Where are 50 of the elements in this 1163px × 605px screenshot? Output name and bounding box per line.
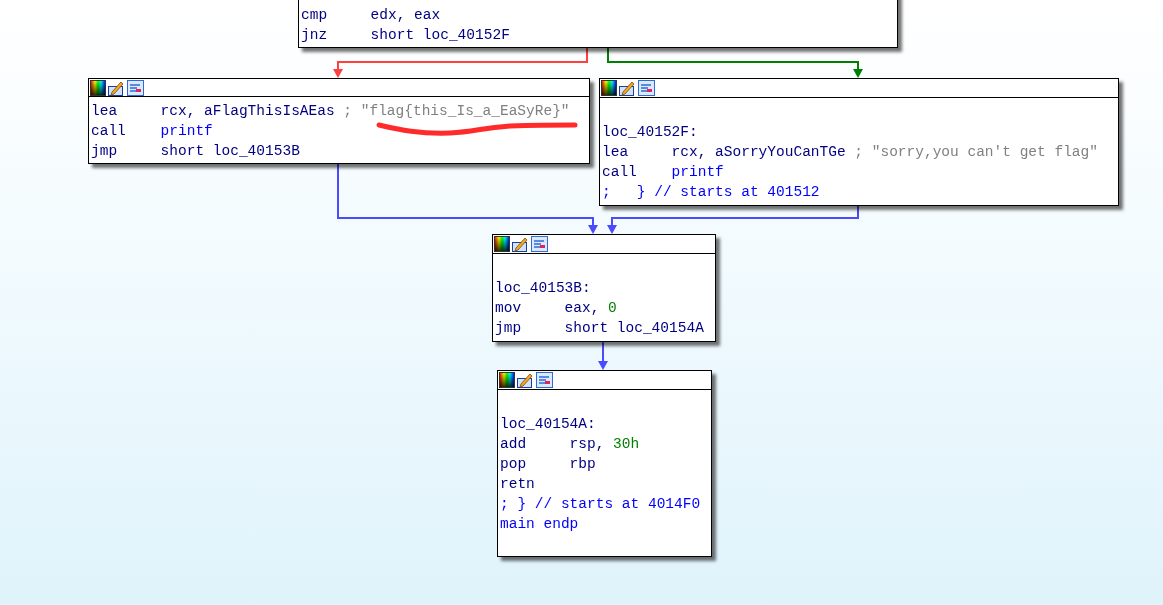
mnemonic: retn — [500, 475, 536, 494]
mnemonic: jmp — [495, 319, 523, 338]
pencil-icon[interactable] — [517, 372, 534, 388]
comment-line: main endp — [500, 516, 579, 532]
palette-icon[interactable] — [90, 79, 106, 96]
code-label: loc_40154A: — [500, 416, 596, 432]
operand: short loc_40153B — [160, 143, 300, 159]
palette-icon[interactable] — [494, 236, 510, 252]
graph-node[interactable]: cmp edx, eax jnz short loc_40152F — [298, 0, 898, 48]
graph-node[interactable]: loc_40153B: mov eax, 0 jmp short loc_40154A — [492, 234, 716, 342]
pencil-icon[interactable] — [619, 80, 636, 96]
operand: short loc_40154A — [564, 320, 704, 336]
operand: short loc_40152F — [370, 27, 510, 43]
operand: 0 — [608, 300, 617, 316]
operand: printf — [671, 164, 724, 180]
graph-icon[interactable] — [638, 80, 655, 96]
operand: rcx, aFlagThisIsAEas — [160, 103, 335, 119]
operand: edx, eax — [370, 7, 441, 23]
palette-icon[interactable] — [601, 80, 617, 96]
comment-line: ; } // starts at 401512 — [602, 184, 820, 200]
graph-icon[interactable] — [127, 79, 144, 96]
graph-icon[interactable] — [531, 236, 548, 252]
comment-line: ; } // starts at 4014F0 — [500, 496, 701, 512]
mnemonic: lea — [602, 143, 630, 162]
mnemonic: add — [500, 435, 528, 454]
operand: rbp — [569, 456, 596, 472]
mnemonic: call — [602, 163, 638, 182]
operand: rsp, — [569, 436, 605, 452]
mnemonic: jnz — [301, 26, 329, 45]
graph-node[interactable]: loc_40152F: lea rcx, aSorryYouCanTGe ; "sorry,you can't get flag" call printf ; } // starts at 401512 — [599, 78, 1119, 206]
mnemonic: jmp — [91, 142, 119, 161]
operand: 30h — [613, 436, 640, 452]
graph-icon[interactable] — [536, 372, 553, 388]
pencil-icon[interactable] — [512, 236, 529, 252]
operand: rcx, aSorryYouCanTGe — [671, 144, 846, 160]
mnemonic: cmp — [301, 6, 329, 25]
mnemonic: mov — [495, 299, 523, 318]
palette-icon[interactable] — [499, 372, 515, 388]
graph-node[interactable]: lea rcx, aFlagThisIsAEas ; "flag{this_Is_a_EaSyRe}" call printf jmp short loc_40153B — [88, 78, 590, 164]
mnemonic: call — [91, 122, 127, 141]
mnemonic: pop — [500, 455, 528, 474]
comment-text: ; "flag{this_Is_a_EaSyRe}" — [343, 103, 570, 119]
code-label: loc_40152F: — [602, 124, 698, 140]
mnemonic: lea — [91, 102, 119, 121]
comment-text: ; "sorry,you can't get flag" — [854, 144, 1098, 160]
operand: printf — [160, 123, 213, 139]
code-label: loc_40153B: — [495, 280, 591, 296]
pencil-icon[interactable] — [108, 79, 125, 96]
operand: eax, — [564, 300, 600, 316]
graph-node[interactable]: loc_40154A: add rsp, 30h pop rbp retn ; } // starts at 4014F0 main endp — [497, 370, 712, 557]
